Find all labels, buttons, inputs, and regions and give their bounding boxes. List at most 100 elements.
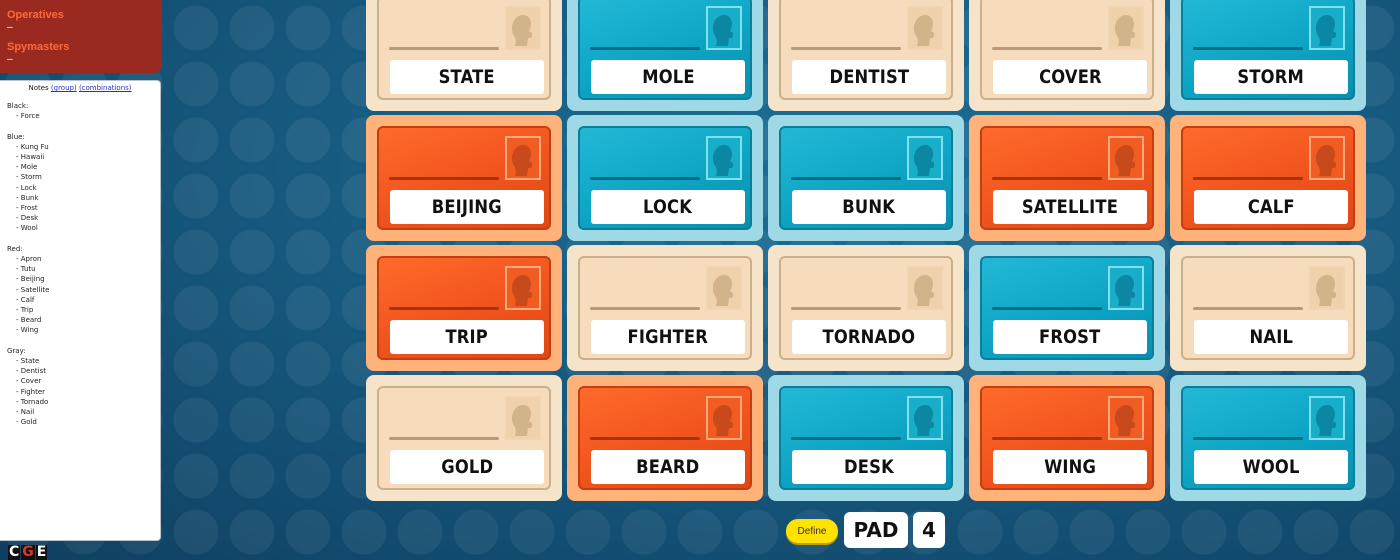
word-card[interactable]: GOLD xyxy=(366,375,562,501)
card-word: TORNADO xyxy=(822,326,916,348)
word-card[interactable]: BEARD xyxy=(567,375,763,501)
card-face: TRIP xyxy=(377,256,551,360)
card-face: FIGHTER xyxy=(578,256,752,360)
word-card[interactable]: WING xyxy=(969,375,1165,501)
word-card[interactable]: NAIL xyxy=(1170,245,1366,371)
agent-portrait-icon xyxy=(1309,266,1345,310)
card-face: LOCK xyxy=(578,126,752,230)
word-card[interactable]: COVER xyxy=(969,0,1165,111)
card-word: MOLE xyxy=(641,66,695,88)
word-card[interactable]: FROST xyxy=(969,245,1165,371)
word-card[interactable]: TRIP xyxy=(366,245,562,371)
card-word: BEARD xyxy=(636,456,700,478)
card-line xyxy=(389,307,499,310)
word-card[interactable]: SATELLITE xyxy=(969,115,1165,241)
card-face: COVER xyxy=(980,0,1154,100)
card-face: CALF xyxy=(1181,126,1355,230)
game-board: STATE MOLE DENTIST COVER STORM BEIJING LOCK BUN… xyxy=(0,0,1400,560)
card-word: COVER xyxy=(1038,66,1102,88)
card-line xyxy=(1193,437,1303,440)
agent-portrait-icon xyxy=(1108,136,1144,180)
word-card[interactable]: STORM xyxy=(1170,0,1366,111)
define-button[interactable]: Define xyxy=(786,519,838,543)
word-card[interactable]: CALF xyxy=(1170,115,1366,241)
card-line xyxy=(1193,47,1303,50)
word-plate: TRIP xyxy=(390,320,544,354)
card-face: DESK xyxy=(779,386,953,490)
agent-portrait-icon xyxy=(505,396,541,440)
card-line xyxy=(590,437,700,440)
agent-portrait-icon xyxy=(505,136,541,180)
agent-portrait-icon xyxy=(1309,6,1345,50)
word-card[interactable]: LOCK xyxy=(567,115,763,241)
card-face: DENTIST xyxy=(779,0,953,100)
word-plate: TORNADO xyxy=(792,320,946,354)
clue-number: 4 xyxy=(913,512,945,548)
agent-portrait-icon xyxy=(706,6,742,50)
word-card[interactable]: DENTIST xyxy=(768,0,964,111)
card-line xyxy=(389,437,499,440)
word-card[interactable]: MOLE xyxy=(567,0,763,111)
word-plate: WOOL xyxy=(1194,450,1348,484)
card-word: TRIP xyxy=(445,326,489,348)
card-line xyxy=(1193,307,1303,310)
card-face: MOLE xyxy=(578,0,752,100)
card-word: GOLD xyxy=(441,456,493,478)
card-face: BEIJING xyxy=(377,126,551,230)
card-face: GOLD xyxy=(377,386,551,490)
word-plate: GOLD xyxy=(390,450,544,484)
agent-portrait-icon xyxy=(1309,136,1345,180)
word-card[interactable]: STATE xyxy=(366,0,562,111)
card-line xyxy=(992,177,1102,180)
agent-portrait-icon xyxy=(1108,396,1144,440)
word-card[interactable]: DESK xyxy=(768,375,964,501)
word-plate: DESK xyxy=(792,450,946,484)
card-line xyxy=(992,437,1102,440)
word-card[interactable]: WOOL xyxy=(1170,375,1366,501)
word-card[interactable]: TORNADO xyxy=(768,245,964,371)
card-line xyxy=(791,307,901,310)
card-line xyxy=(992,47,1102,50)
card-face: NAIL xyxy=(1181,256,1355,360)
card-face: TORNADO xyxy=(779,256,953,360)
word-plate: BUNK xyxy=(792,190,946,224)
card-word: FIGHTER xyxy=(627,326,709,348)
card-word: NAIL xyxy=(1249,326,1293,348)
agent-portrait-icon xyxy=(907,136,943,180)
card-word: STORM xyxy=(1237,66,1305,88)
card-word: BUNK xyxy=(842,196,896,218)
card-line xyxy=(590,307,700,310)
agent-portrait-icon xyxy=(907,6,943,50)
agent-portrait-icon xyxy=(907,266,943,310)
word-plate: WING xyxy=(993,450,1147,484)
card-word: DENTIST xyxy=(829,66,909,88)
card-face: BEARD xyxy=(578,386,752,490)
word-card[interactable]: BUNK xyxy=(768,115,964,241)
word-plate: STORM xyxy=(1194,60,1348,94)
card-line xyxy=(590,47,700,50)
word-card[interactable]: BEIJING xyxy=(366,115,562,241)
agent-portrait-icon xyxy=(1108,6,1144,50)
card-word: STATE xyxy=(438,66,496,88)
card-line xyxy=(791,437,901,440)
agent-portrait-icon xyxy=(505,266,541,310)
card-line xyxy=(389,47,499,50)
card-face: FROST xyxy=(980,256,1154,360)
word-plate: BEIJING xyxy=(390,190,544,224)
card-word: BEIJING xyxy=(431,196,503,218)
card-face: WOOL xyxy=(1181,386,1355,490)
word-plate: BEARD xyxy=(591,450,745,484)
word-card[interactable]: FIGHTER xyxy=(567,245,763,371)
card-face: SATELLITE xyxy=(980,126,1154,230)
card-word: CALF xyxy=(1247,196,1295,218)
agent-portrait-icon xyxy=(706,396,742,440)
agent-portrait-icon xyxy=(1108,266,1144,310)
clue-word: PAD xyxy=(844,512,908,548)
card-line xyxy=(791,47,901,50)
word-plate: SATELLITE xyxy=(993,190,1147,224)
card-line xyxy=(389,177,499,180)
word-plate: FIGHTER xyxy=(591,320,745,354)
word-plate: CALF xyxy=(1194,190,1348,224)
agent-portrait-icon xyxy=(706,136,742,180)
card-word: LOCK xyxy=(643,196,693,218)
